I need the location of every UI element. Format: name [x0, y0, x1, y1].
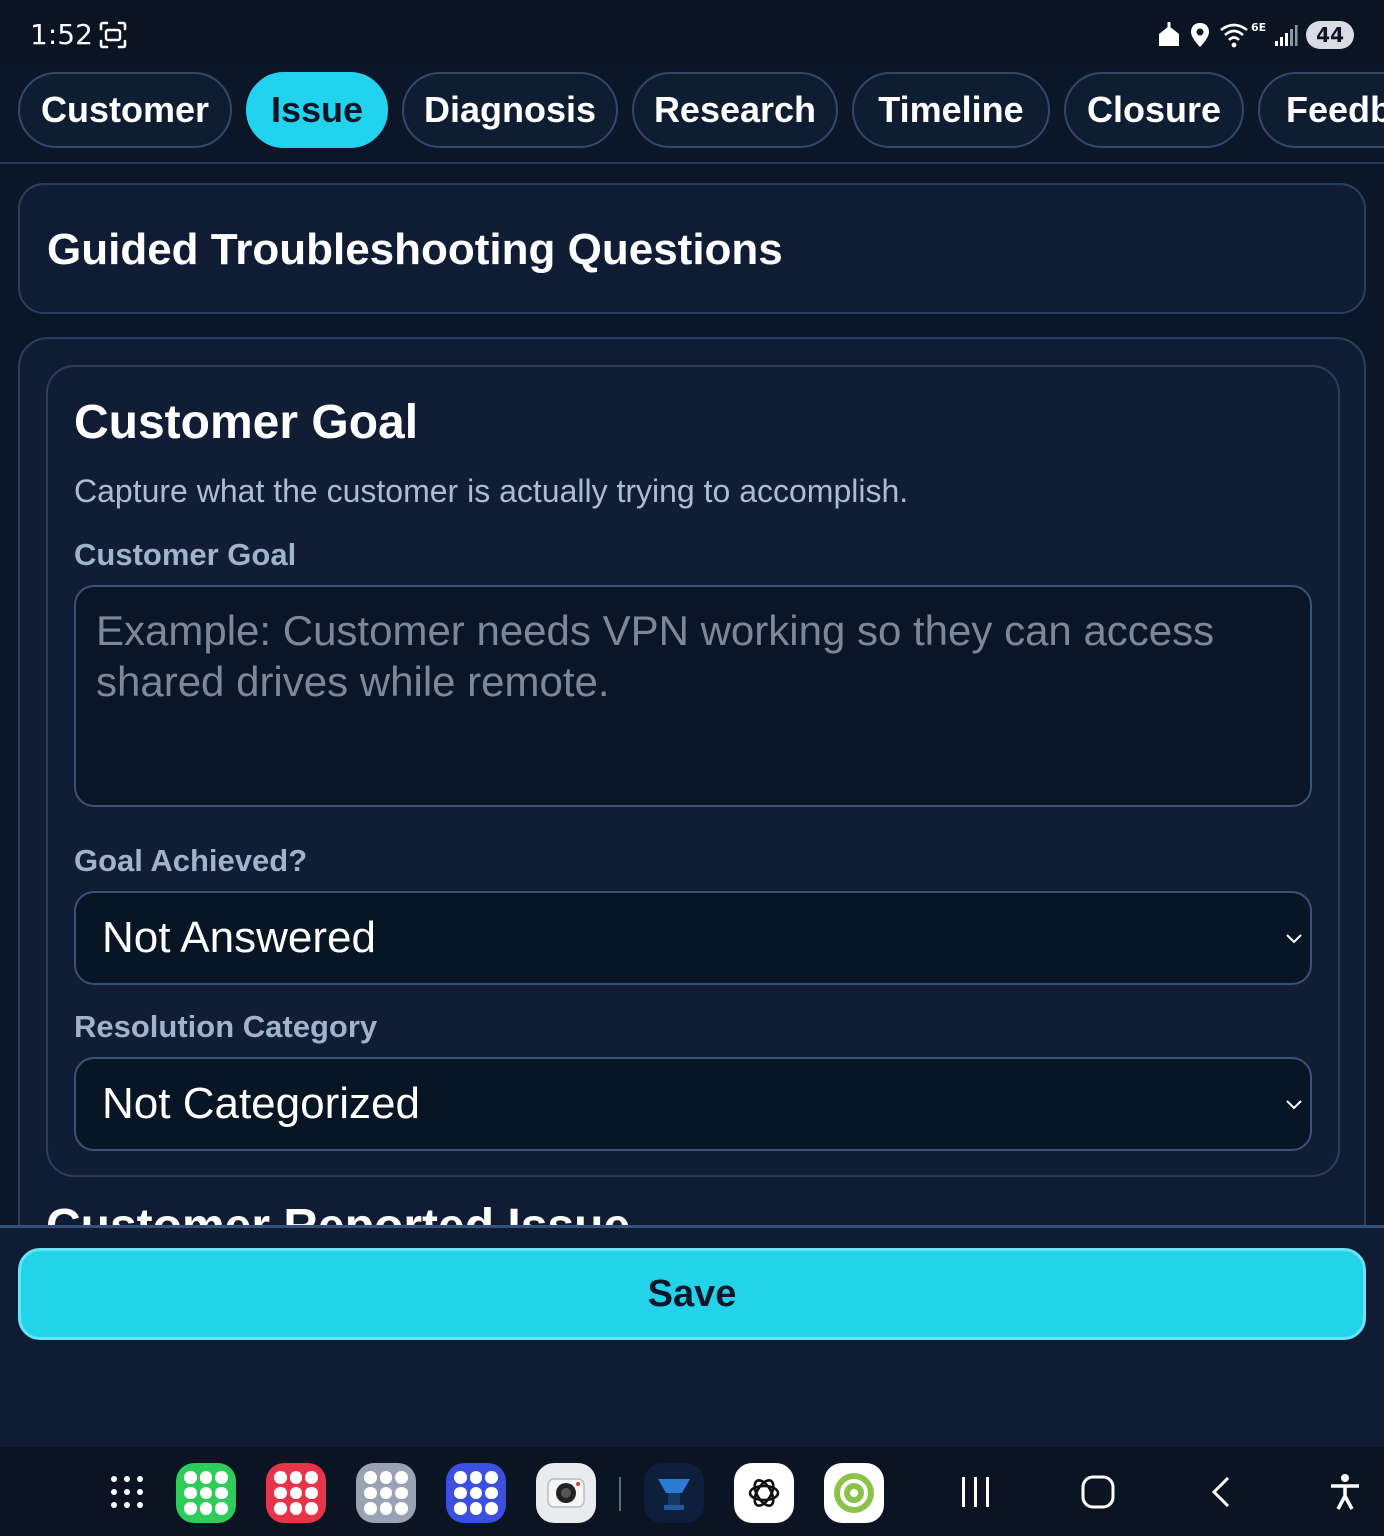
questions-card: Customer Goal Capture what the customer …: [18, 337, 1366, 1337]
android-auto-icon[interactable]: [824, 1463, 884, 1523]
status-bar: 1:52 6E 44: [0, 0, 1384, 64]
screenshot-icon: [99, 21, 127, 49]
resolution-category-value: Not Categorized: [102, 1079, 420, 1128]
tab-closure[interactable]: Closure: [1064, 72, 1244, 148]
tab-timeline[interactable]: Timeline: [852, 72, 1050, 148]
save-footer: Save: [0, 1225, 1384, 1447]
home-icon[interactable]: [1080, 1474, 1116, 1510]
resolution-category-label: Resolution Category: [74, 1009, 378, 1044]
app-folder-blue-icon[interactable]: [446, 1463, 506, 1523]
home-alert-icon: [1158, 22, 1179, 46]
app-folder-red-icon[interactable]: [266, 1463, 326, 1523]
taskbar-divider: [619, 1477, 621, 1511]
wifi-icon: [1220, 23, 1248, 48]
customer-goal-label: Customer Goal: [74, 537, 297, 572]
app-folder-gray-icon[interactable]: [356, 1463, 416, 1523]
back-icon[interactable]: [1206, 1475, 1234, 1509]
goal-achieved-value: Not Answered: [102, 913, 376, 962]
customer-goal-description: Capture what the customer is actually tr…: [74, 473, 909, 509]
page-title: Guided Troubleshooting Questions: [47, 225, 783, 274]
signal-icon: [1275, 25, 1298, 46]
tab-bar: Customer Issue Diagnosis Research Timeli…: [0, 64, 1384, 164]
chevron-down-icon: [1286, 934, 1302, 944]
battery-icon: 44: [1306, 21, 1354, 49]
camera-icon[interactable]: [536, 1463, 596, 1523]
taskbar: [0, 1447, 1384, 1536]
tech-app-icon[interactable]: [644, 1463, 704, 1523]
chatgpt-icon[interactable]: [734, 1463, 794, 1523]
location-pin-icon: [1190, 23, 1209, 47]
network-tag: 6E: [1250, 20, 1267, 34]
resolution-category-select[interactable]: Not Categorized: [74, 1057, 1312, 1151]
accessibility-icon[interactable]: [1328, 1473, 1362, 1511]
page-title-card: Guided Troubleshooting Questions: [18, 183, 1366, 314]
status-time: 1:52: [30, 18, 93, 51]
customer-goal-textarea[interactable]: Example: Customer needs VPN working so t…: [74, 585, 1312, 807]
app-folder-green-icon[interactable]: [176, 1463, 236, 1523]
tab-feedback[interactable]: Feedb: [1258, 72, 1384, 148]
goal-achieved-label: Goal Achieved?: [74, 843, 308, 878]
tab-issue[interactable]: Issue: [246, 72, 388, 148]
tab-customer[interactable]: Customer: [18, 72, 232, 148]
tab-research[interactable]: Research: [632, 72, 838, 148]
chevron-down-icon: [1286, 1100, 1302, 1110]
tab-diagnosis[interactable]: Diagnosis: [402, 72, 618, 148]
customer-goal-card: Customer Goal Capture what the customer …: [46, 365, 1340, 1177]
app-drawer-icon[interactable]: [110, 1475, 144, 1509]
goal-achieved-select[interactable]: Not Answered: [74, 891, 1312, 985]
customer-goal-heading: Customer Goal: [74, 396, 419, 449]
recent-apps-icon[interactable]: [958, 1475, 994, 1509]
save-button[interactable]: Save: [18, 1248, 1366, 1340]
